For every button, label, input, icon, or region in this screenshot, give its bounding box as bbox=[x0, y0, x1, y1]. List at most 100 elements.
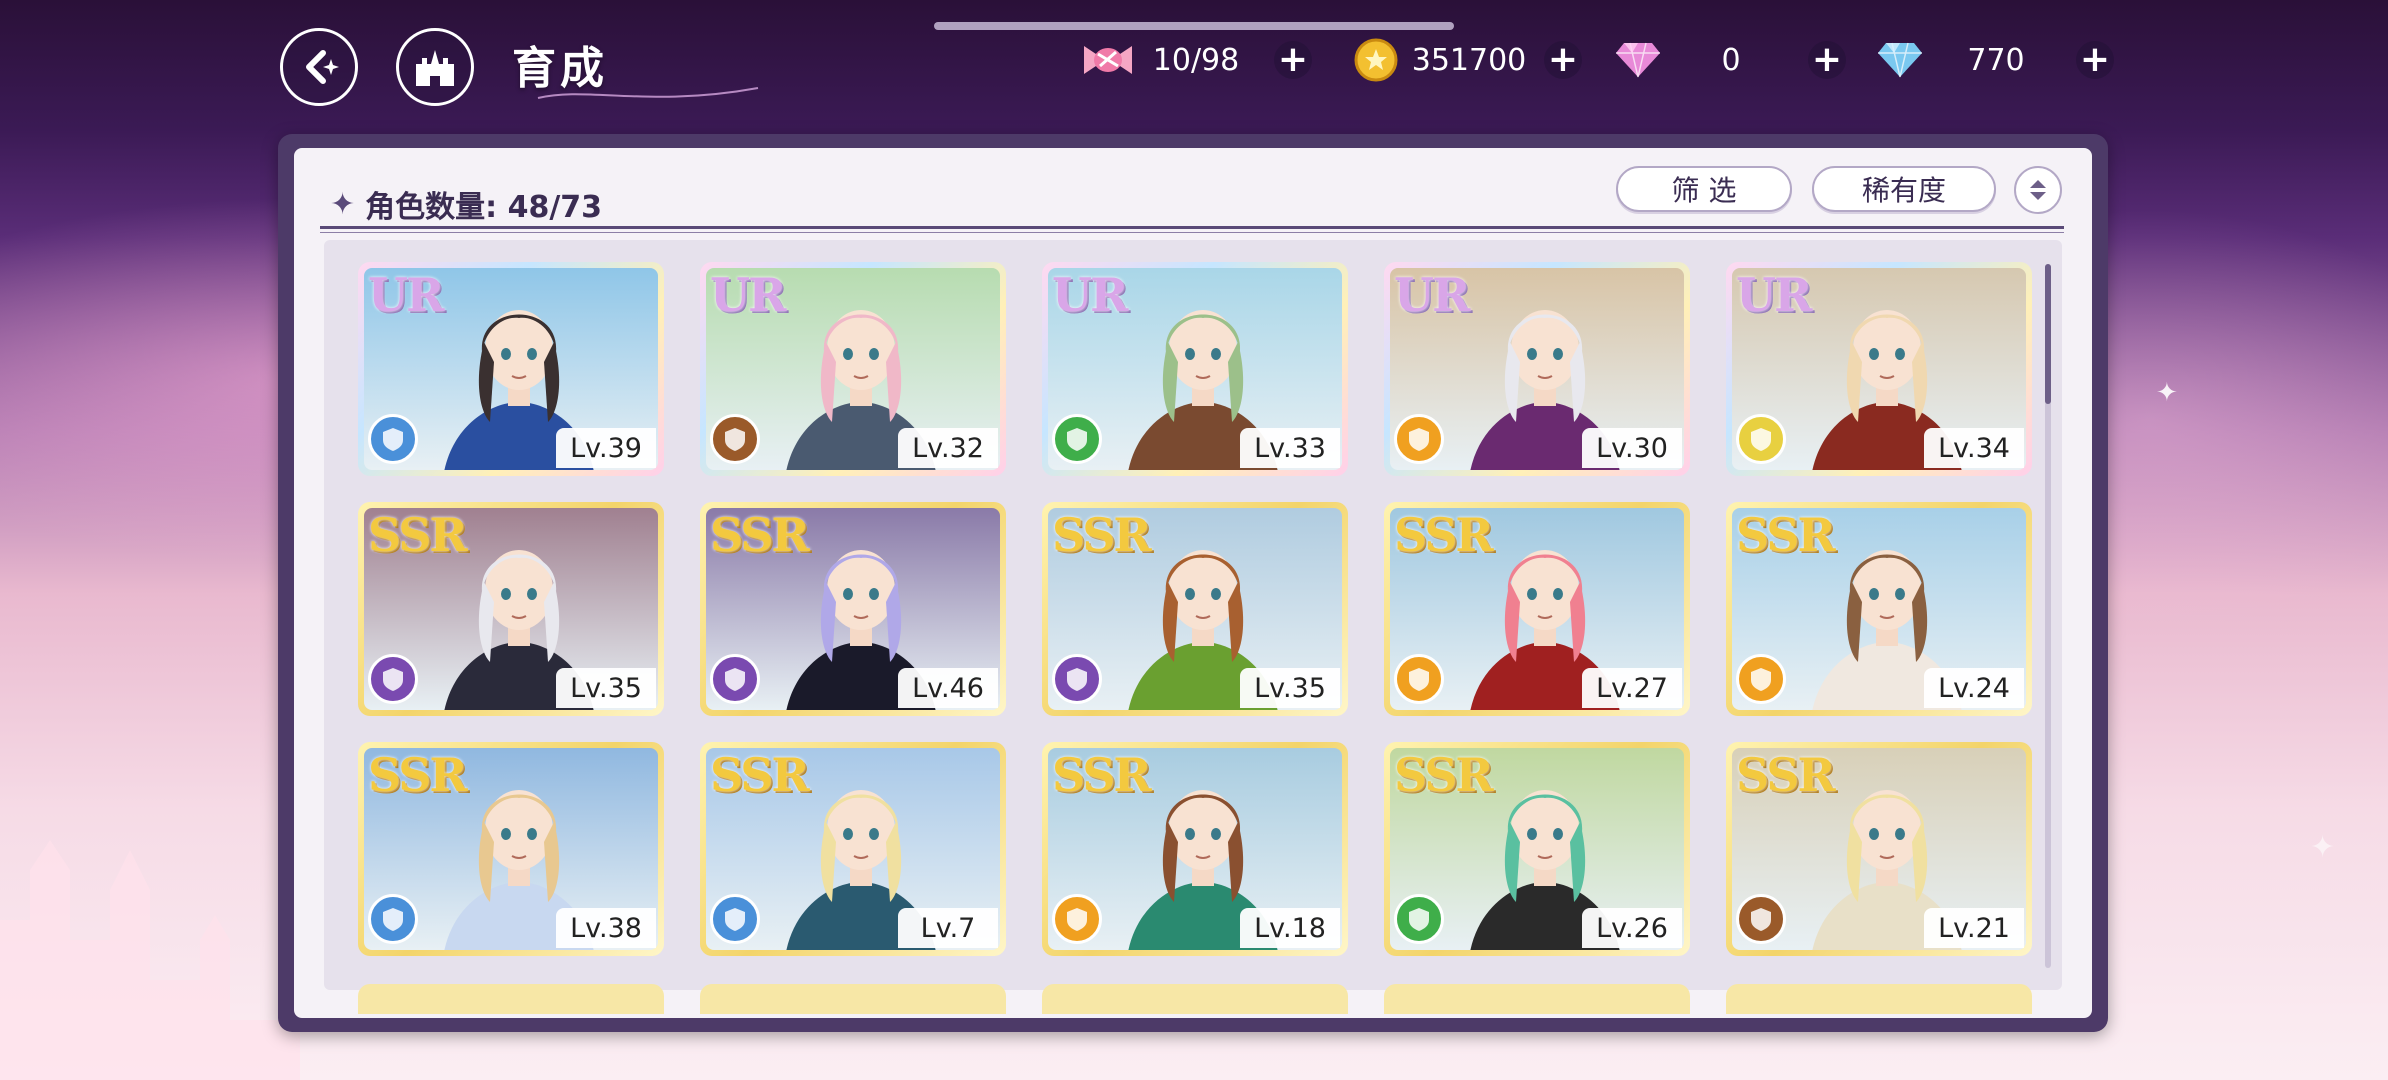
element-icon bbox=[368, 654, 418, 704]
character-card[interactable]: UR Lv.33 bbox=[1042, 262, 1348, 476]
rarity-badge: SSR bbox=[1394, 748, 1494, 802]
character-card[interactable]: SSR Lv.18 bbox=[1042, 742, 1348, 956]
rarity-badge: SSR bbox=[1736, 748, 1836, 802]
element-icon bbox=[710, 654, 760, 704]
castle-silhouette bbox=[0, 840, 300, 1080]
character-card-partial[interactable] bbox=[1726, 984, 2032, 1014]
rarity-badge: SSR bbox=[1052, 748, 1152, 802]
character-level: Lv.30 bbox=[1582, 428, 1682, 468]
sparkle-icon: ✦ bbox=[2310, 830, 2336, 865]
character-level: Lv.35 bbox=[556, 668, 656, 708]
character-count: ✦ 角色数量: 48/73 bbox=[330, 182, 602, 226]
header-divider-thin bbox=[320, 232, 2064, 233]
home-button[interactable] bbox=[396, 28, 474, 106]
element-icon bbox=[1052, 654, 1102, 704]
character-card-partial[interactable] bbox=[700, 984, 1006, 1014]
rarity-sort-button[interactable]: 稀有度 bbox=[1812, 166, 1996, 212]
filter-button[interactable]: 筛 选 bbox=[1616, 166, 1792, 212]
character-level: Lv.46 bbox=[898, 668, 998, 708]
sparkle-icon: ✦ bbox=[330, 186, 356, 222]
rarity-badge: UR bbox=[1394, 268, 1470, 322]
add-coin-button[interactable]: + bbox=[1544, 41, 1582, 79]
resource-candy: 10/98 + bbox=[1080, 30, 1320, 90]
add-blue-diamond-button[interactable]: + bbox=[2076, 41, 2114, 79]
scrollbar-thumb[interactable] bbox=[2045, 264, 2051, 404]
rarity-badge: SSR bbox=[368, 748, 468, 802]
element-icon bbox=[368, 894, 418, 944]
resource-pink-diamond: 0 + bbox=[1610, 30, 1854, 90]
character-level: Lv.21 bbox=[1924, 908, 2024, 948]
coin-icon bbox=[1348, 32, 1404, 88]
pink-diamond-icon bbox=[1610, 32, 1666, 88]
character-count-label: 角色数量: 48/73 bbox=[365, 190, 603, 225]
character-card[interactable]: SSR Lv.26 bbox=[1384, 742, 1690, 956]
sort-toggle-icon bbox=[2030, 180, 2046, 200]
rarity-badge: SSR bbox=[1394, 508, 1494, 562]
character-card[interactable]: SSR Lv.24 bbox=[1726, 502, 2032, 716]
element-icon bbox=[1052, 894, 1102, 944]
sparkle-icon: ✦ bbox=[2156, 378, 2178, 408]
rarity-badge: SSR bbox=[1736, 508, 1836, 562]
character-level: Lv.24 bbox=[1924, 668, 2024, 708]
header-divider bbox=[320, 226, 2064, 229]
rarity-badge: SSR bbox=[710, 748, 810, 802]
character-card[interactable]: SSR Lv.35 bbox=[358, 502, 664, 716]
add-pink-diamond-button[interactable]: + bbox=[1808, 41, 1846, 79]
character-card[interactable]: SSR Lv.7 bbox=[700, 742, 1006, 956]
sort-order-button[interactable] bbox=[2014, 166, 2062, 214]
element-icon bbox=[1736, 414, 1786, 464]
rarity-badge: SSR bbox=[710, 508, 810, 562]
element-icon bbox=[1394, 894, 1444, 944]
rarity-badge: UR bbox=[710, 268, 786, 322]
character-level: Lv.34 bbox=[1924, 428, 2024, 468]
back-button[interactable] bbox=[280, 28, 358, 106]
character-card[interactable]: SSR Lv.38 bbox=[358, 742, 664, 956]
element-icon bbox=[710, 894, 760, 944]
character-level: Lv.39 bbox=[556, 428, 656, 468]
character-level: Lv.33 bbox=[1240, 428, 1340, 468]
element-icon bbox=[1394, 654, 1444, 704]
candy-value: 10/98 bbox=[1152, 42, 1240, 78]
pink-diamond-value: 0 bbox=[1721, 42, 1741, 78]
resource-blue-diamond: 770 + bbox=[1872, 30, 2122, 90]
rarity-badge: SSR bbox=[1052, 508, 1152, 562]
drag-handle[interactable] bbox=[934, 22, 1454, 30]
add-candy-button[interactable]: + bbox=[1274, 41, 1312, 79]
character-level: Lv.27 bbox=[1582, 668, 1682, 708]
character-card[interactable]: UR Lv.34 bbox=[1726, 262, 2032, 476]
blue-diamond-icon bbox=[1872, 32, 1928, 88]
character-level: Lv.18 bbox=[1240, 908, 1340, 948]
candy-icon bbox=[1080, 32, 1136, 88]
character-level: Lv.38 bbox=[556, 908, 656, 948]
character-level: Lv.32 bbox=[898, 428, 998, 468]
title-decoration bbox=[537, 87, 759, 99]
character-card-partial[interactable] bbox=[358, 984, 664, 1014]
character-card-partial[interactable] bbox=[1042, 984, 1348, 1014]
character-card[interactable]: UR Lv.39 bbox=[358, 262, 664, 476]
coin-value: 351700 bbox=[1411, 42, 1527, 78]
element-icon bbox=[1394, 414, 1444, 464]
character-card[interactable]: SSR Lv.46 bbox=[700, 502, 1006, 716]
rarity-badge: UR bbox=[368, 268, 444, 322]
castle-icon bbox=[416, 50, 454, 86]
back-icon bbox=[306, 50, 339, 84]
character-level: Lv.26 bbox=[1582, 908, 1682, 948]
rarity-badge: SSR bbox=[368, 508, 468, 562]
character-card-partial[interactable] bbox=[1384, 984, 1690, 1014]
character-level: Lv.7 bbox=[898, 908, 998, 948]
character-card[interactable]: SSR Lv.21 bbox=[1726, 742, 2032, 956]
element-icon bbox=[1052, 414, 1102, 464]
rarity-badge: UR bbox=[1052, 268, 1128, 322]
rarity-badge: UR bbox=[1736, 268, 1812, 322]
character-card[interactable]: SSR Lv.35 bbox=[1042, 502, 1348, 716]
element-icon bbox=[1736, 894, 1786, 944]
character-card[interactable]: SSR Lv.27 bbox=[1384, 502, 1690, 716]
element-icon bbox=[1736, 654, 1786, 704]
element-icon bbox=[710, 414, 760, 464]
character-card[interactable]: UR Lv.30 bbox=[1384, 262, 1690, 476]
element-icon bbox=[368, 414, 418, 464]
character-level: Lv.35 bbox=[1240, 668, 1340, 708]
character-card[interactable]: UR Lv.32 bbox=[700, 262, 1006, 476]
resource-coin: 351700 + bbox=[1348, 30, 1594, 90]
blue-diamond-value: 770 bbox=[1967, 42, 2025, 78]
